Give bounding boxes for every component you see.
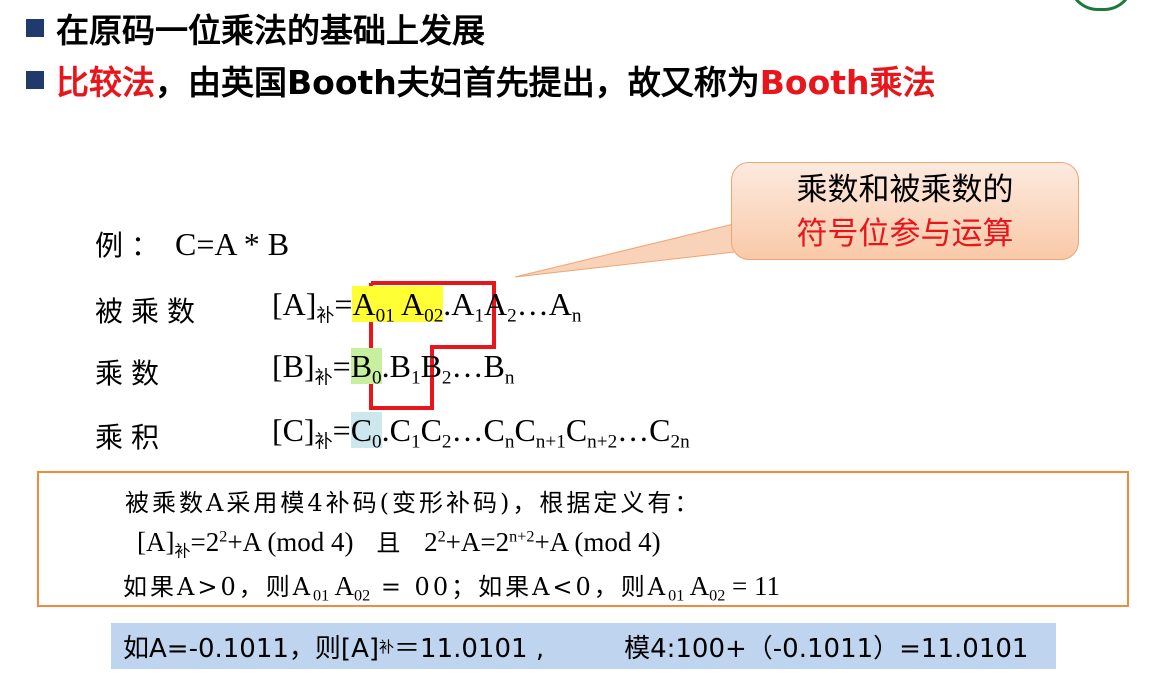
- box-line-2: [A]补=22+A (mod 4) 且 22+A=2n+2+A (mod 4): [137, 527, 661, 561]
- complement-sub: 补: [316, 305, 335, 327]
- multiplicand-label: 被乘数: [95, 295, 204, 328]
- example-row: 例： C=A * B: [95, 224, 289, 264]
- multiplicand-expr: [A]补=A01 A02.A1A2…An: [272, 286, 581, 328]
- example-formula: C=A * B: [175, 226, 290, 262]
- sign-bit-c: C0: [350, 412, 382, 453]
- band-complement-sub: 补: [379, 637, 395, 656]
- complement-sub: 补: [314, 431, 333, 453]
- a02-letter: A: [401, 286, 425, 322]
- bullet-text-2-red-booth: Booth乘法: [759, 63, 936, 102]
- example-label: 例：: [95, 229, 168, 262]
- a-rest-1: .A1: [443, 286, 484, 327]
- band-part-1: 如A=-0.1011，则[A]: [123, 633, 380, 664]
- a01-letter: A: [352, 286, 376, 322]
- band-part-2: ＝11.0101 ,: [394, 633, 545, 664]
- b0-sub: 0: [372, 367, 382, 389]
- product-expr: [C]补=C0.C1C2…CnCn+1Cn+2…C2n: [272, 412, 690, 454]
- multiplicand-lhs: [A]: [272, 286, 317, 322]
- sign-bit-b: B0: [350, 348, 382, 389]
- c-rest-4: Cn+1: [514, 412, 566, 453]
- c-rest-3: …Cn: [451, 412, 515, 453]
- a-rest-2: A2: [484, 286, 517, 327]
- callout-line-1: 乘数和被乘数的: [796, 172, 1014, 208]
- multiplier-lhs: [B]: [272, 348, 315, 384]
- b0-letter: B: [350, 348, 373, 384]
- box-line-1: 被乘数A采用模4补码(变形补码)，根据定义有：: [125, 483, 701, 518]
- callout-line-2: 符号位参与运算: [796, 216, 1014, 252]
- equals-sign: =: [332, 348, 351, 384]
- bullet-text-2-mid: ，由英国Booth夫妇首先提出，故又称为: [155, 63, 760, 102]
- b-rest-2: B2: [420, 348, 452, 389]
- box-line-3: 如果A>0，则A01 A02 = 00；如果A<0，则A01 A02 = 11: [123, 571, 781, 605]
- product-label: 乘积: [95, 421, 168, 454]
- c-rest-6: …C2n: [617, 412, 690, 453]
- bullet-text-1: 在原码一位乘法的基础上发展: [56, 11, 485, 50]
- complement-sub: 补: [314, 367, 333, 389]
- multiplier-label: 乘数: [95, 357, 168, 390]
- multiplier-expr: [B]补=B0.B1B2…Bn: [272, 348, 514, 390]
- c0-letter: C: [350, 412, 373, 448]
- c0-sub: 0: [372, 431, 382, 453]
- equals-sign: =: [334, 286, 353, 322]
- a02-sub: 02: [424, 305, 444, 327]
- definition-box: 被乘数A采用模4补码(变形补码)，根据定义有： [A]补=22+A (mod 4…: [37, 471, 1129, 607]
- bullet-square-icon: [26, 19, 44, 37]
- and-word: 且: [376, 529, 404, 557]
- c-rest-1: .C1: [381, 412, 421, 453]
- equals-sign: =: [332, 412, 351, 448]
- product-lhs: [C]: [272, 412, 315, 448]
- sign-bits-a: A01 A02: [352, 286, 444, 327]
- bullet-square-icon: [26, 71, 44, 89]
- bullet-line-2: 比较法 ，由英国Booth夫妇首先提出，故又称为 Booth乘法: [26, 56, 936, 104]
- callout-bubble: 乘数和被乘数的 符号位参与运算: [731, 162, 1079, 260]
- c-rest-5: Cn+2: [565, 412, 618, 453]
- b-rest-1: .B1: [381, 348, 421, 389]
- c-rest-2: C2: [420, 412, 452, 453]
- bullet-line-1: 在原码一位乘法的基础上发展: [26, 4, 485, 52]
- b-rest-3: …Bn: [451, 348, 515, 389]
- box-line-1-text: 被乘数A采用模4补码(变形补码)，根据定义有：: [125, 489, 702, 517]
- band-part-3: 模4:100+（-0.1011）=11.0101: [624, 633, 1029, 664]
- bullet-text-2-red: 比较法: [56, 63, 155, 102]
- example-band: 如A=-0.1011，则[A] 补＝11.0101 , 模4:100+（-0.10…: [111, 623, 1056, 669]
- a-rest-3: …An: [516, 286, 582, 327]
- logo-fragment: [1068, 0, 1134, 11]
- a01-sub: 01: [375, 305, 395, 327]
